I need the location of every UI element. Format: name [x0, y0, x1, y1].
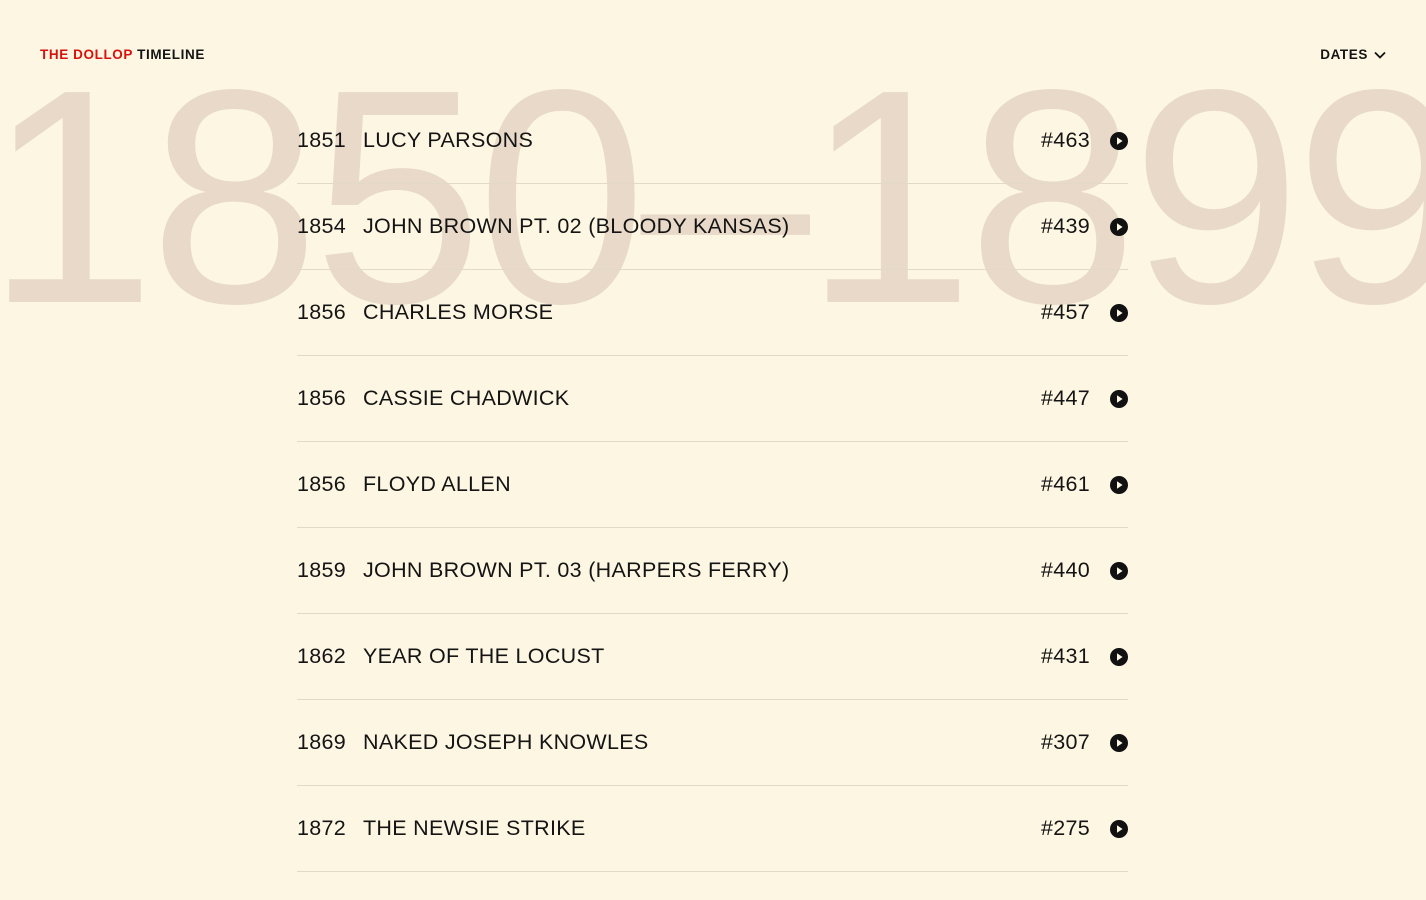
play-icon[interactable]: [1110, 475, 1128, 494]
brand-subtitle: TIMELINE: [137, 47, 205, 62]
episode-number: #275: [1040, 816, 1090, 840]
dates-dropdown[interactable]: DATES: [1320, 47, 1386, 62]
episode-title[interactable]: LUCY PARSONS: [363, 128, 1041, 153]
episode-year: 1862: [297, 644, 347, 668]
episode-number: #307: [1040, 730, 1090, 754]
episode-year: 1856: [297, 300, 347, 324]
episode-row[interactable]: 1872 THE NEWSIE STRIKE #275: [297, 786, 1128, 872]
episode-row[interactable]: 1862 YEAR OF THE LOCUST #431: [297, 614, 1128, 700]
episode-title[interactable]: THE NEWSIE STRIKE: [363, 816, 1041, 841]
episode-year: 1856: [297, 472, 347, 496]
episode-number: #447: [1040, 386, 1090, 410]
episode-number: #463: [1040, 128, 1090, 152]
play-icon[interactable]: [1110, 733, 1128, 752]
episode-year: 1856: [297, 386, 347, 410]
episode-title[interactable]: YEAR OF THE LOCUST: [363, 644, 1041, 669]
play-icon[interactable]: [1110, 131, 1128, 150]
episode-list: 1851 LUCY PARSONS #463 1854 JOHN BROWN PT. 0…: [297, 98, 1128, 872]
dates-label: DATES: [1320, 47, 1368, 62]
play-icon[interactable]: [1110, 217, 1128, 236]
episode-number: #440: [1040, 558, 1090, 582]
episode-number: #461: [1040, 472, 1090, 496]
play-icon[interactable]: [1110, 819, 1128, 838]
episode-title[interactable]: CHARLES MORSE: [363, 300, 1041, 325]
episode-row[interactable]: 1859 JOHN BROWN PT. 03 (HARPERS FERRY) #44…: [297, 528, 1128, 614]
episode-year: 1854: [297, 214, 347, 238]
play-icon[interactable]: [1110, 303, 1128, 322]
episode-row[interactable]: 1869 NAKED JOSEPH KNOWLES #307: [297, 700, 1128, 786]
brand-name: THE DOLLOP: [40, 47, 133, 62]
episode-year: 1851: [297, 128, 347, 152]
episode-number: #457: [1040, 300, 1090, 324]
episode-year: 1859: [297, 558, 347, 582]
episode-row[interactable]: 1856 CASSIE CHADWICK #447: [297, 356, 1128, 442]
play-icon[interactable]: [1110, 647, 1128, 666]
episode-title[interactable]: JOHN BROWN PT. 02 (BLOODY KANSAS): [363, 214, 1041, 239]
episode-title[interactable]: NAKED JOSEPH KNOWLES: [363, 730, 1041, 755]
play-icon[interactable]: [1110, 561, 1128, 580]
episode-number: #439: [1040, 214, 1090, 238]
episode-row[interactable]: 1854 JOHN BROWN PT. 02 (BLOODY KANSAS) #43…: [297, 184, 1128, 270]
site-logo[interactable]: THE DOLLOP TIMELINE: [40, 47, 205, 62]
episode-year: 1872: [297, 816, 347, 840]
episode-row[interactable]: 1856 FLOYD ALLEN #461: [297, 442, 1128, 528]
episode-year: 1869: [297, 730, 347, 754]
episode-row[interactable]: 1851 LUCY PARSONS #463: [297, 98, 1128, 184]
episode-title[interactable]: FLOYD ALLEN: [363, 472, 1041, 497]
episode-title[interactable]: JOHN BROWN PT. 03 (HARPERS FERRY): [363, 558, 1041, 583]
episode-number: #431: [1040, 644, 1090, 668]
chevron-down-icon: [1374, 51, 1386, 59]
play-icon[interactable]: [1110, 389, 1128, 408]
episode-row[interactable]: 1856 CHARLES MORSE #457: [297, 270, 1128, 356]
episode-title[interactable]: CASSIE CHADWICK: [363, 386, 1041, 411]
